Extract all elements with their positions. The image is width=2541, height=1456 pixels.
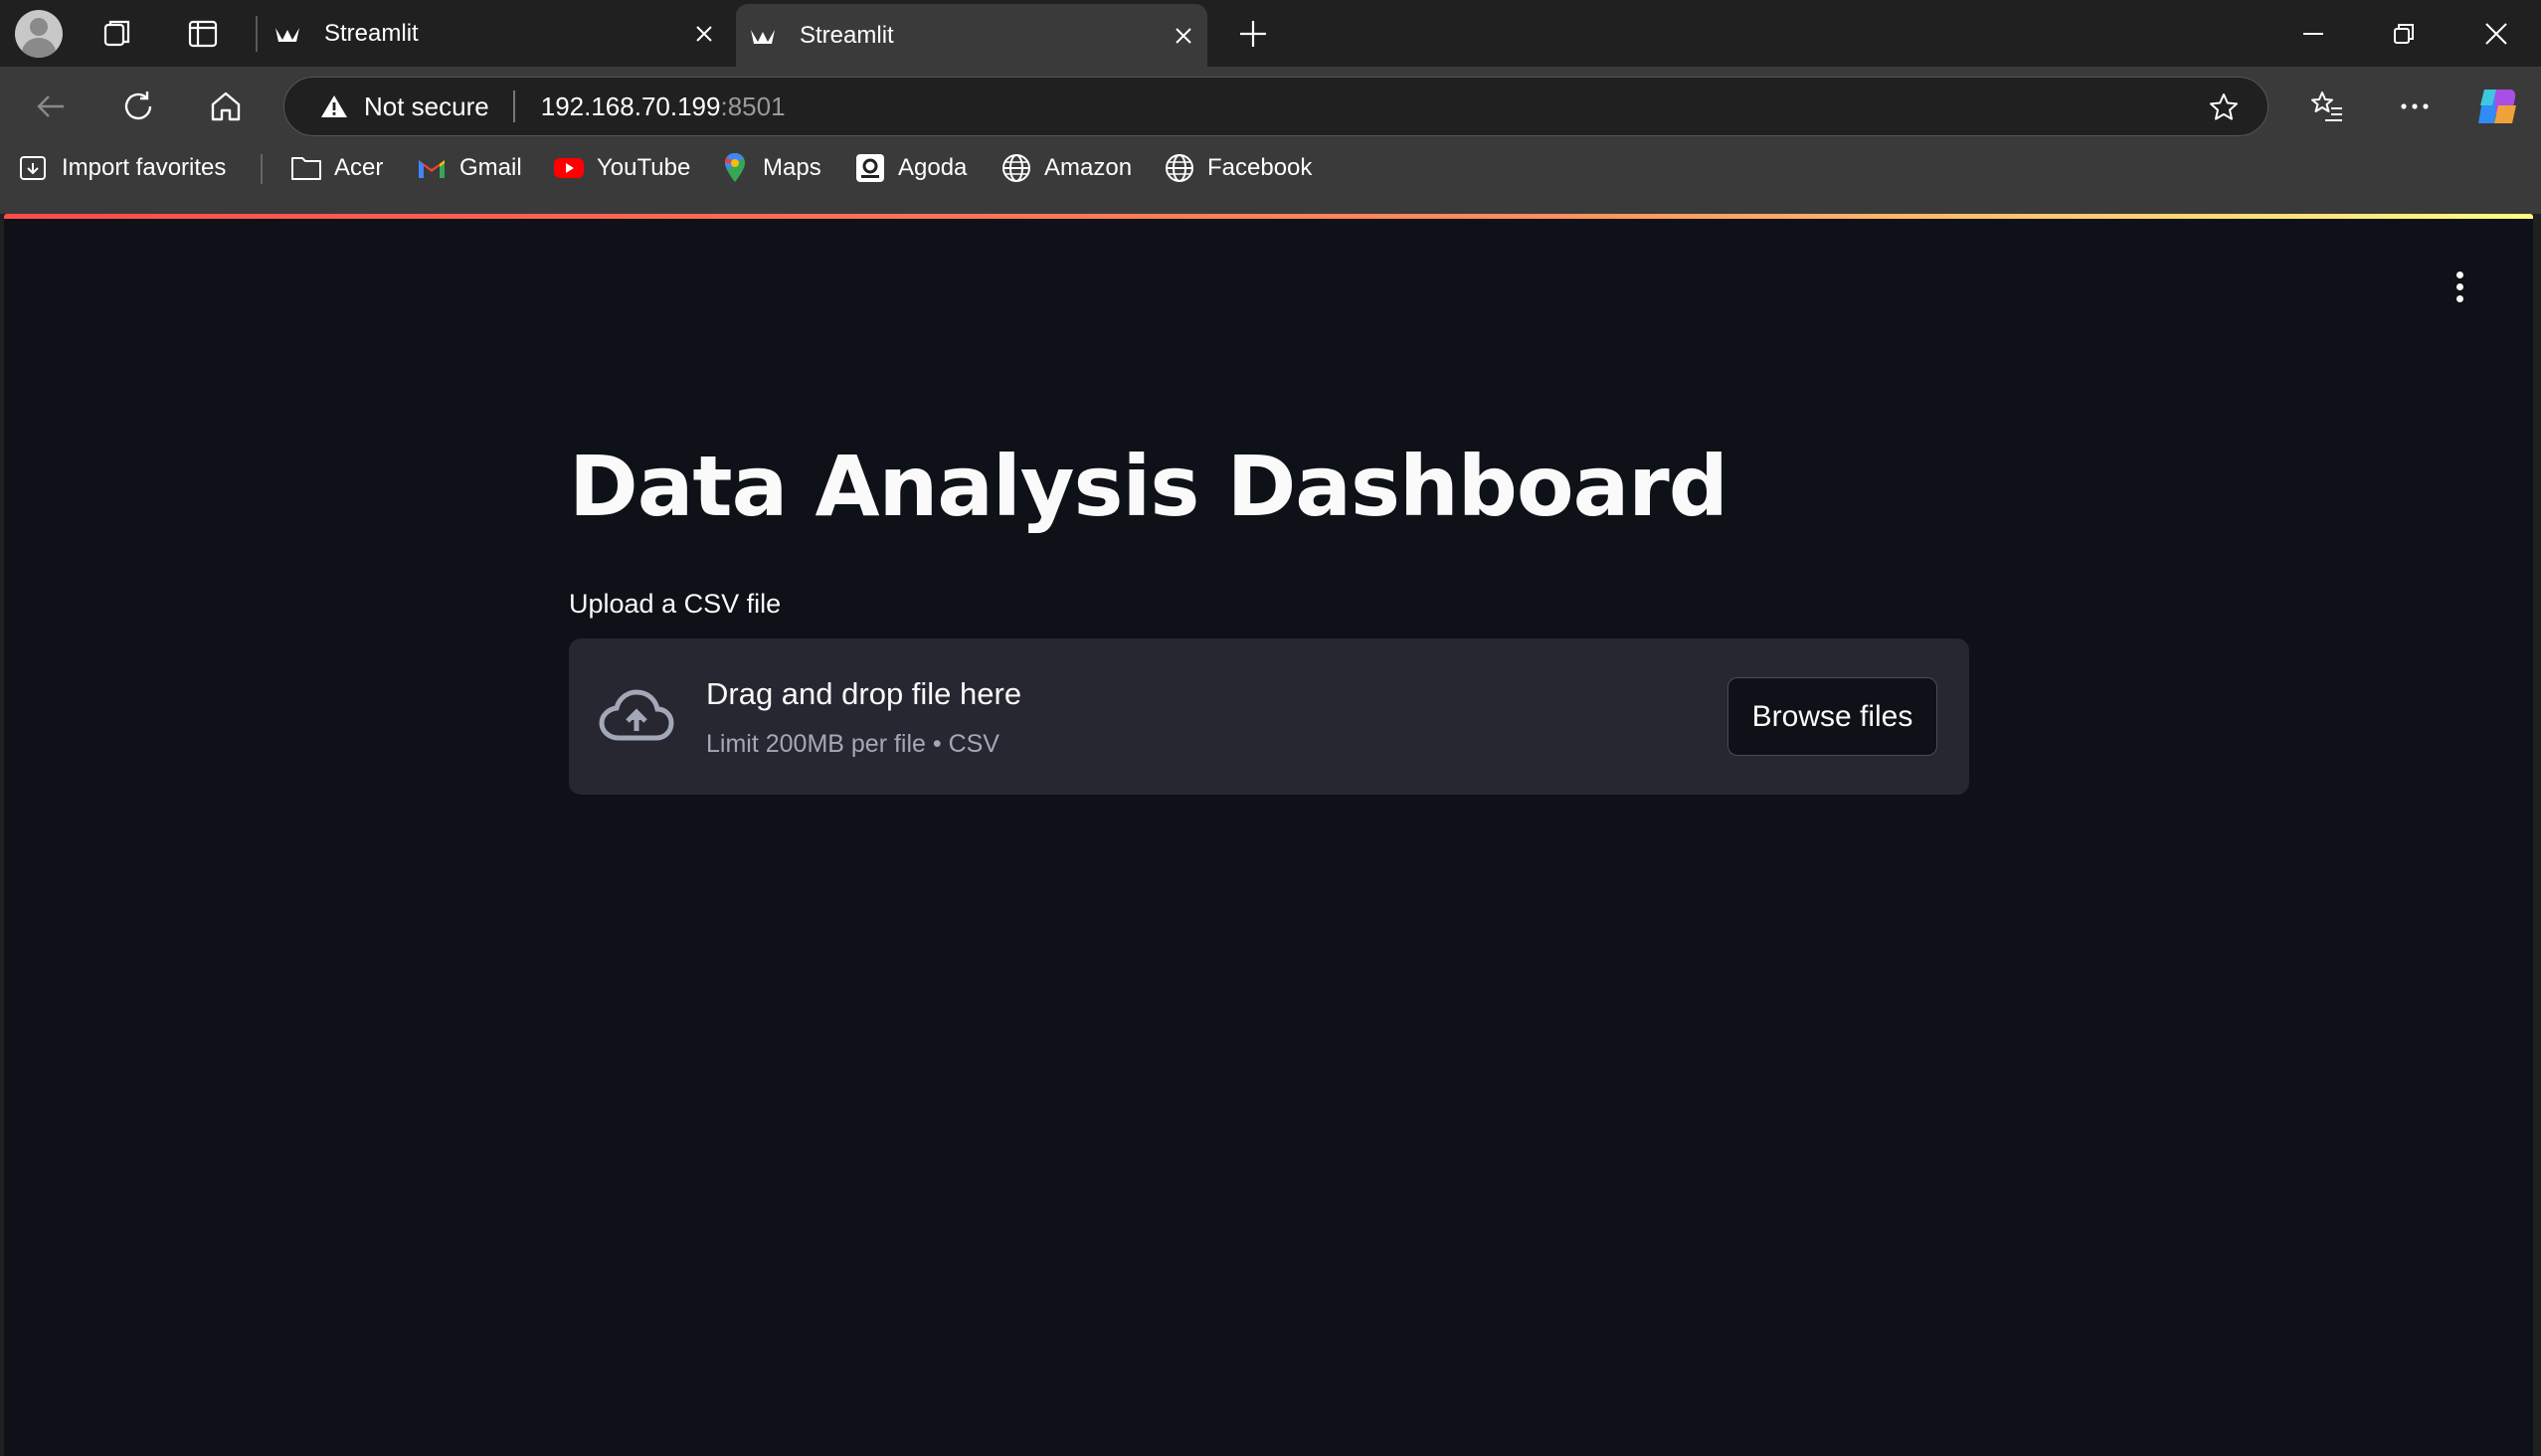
bookmark-facebook[interactable]: Facebook [1164, 143, 1312, 193]
profile-avatar[interactable] [15, 10, 63, 58]
streamlit-app [4, 219, 2533, 1456]
youtube-icon [553, 152, 585, 184]
streamlit-favicon-icon [750, 23, 776, 49]
uploader-label: Upload a CSV file [569, 589, 782, 619]
bookmark-agoda[interactable]: Agoda [854, 143, 967, 193]
browse-files-button[interactable]: Browse files [1727, 677, 1937, 756]
security-label[interactable]: Not secure [364, 91, 489, 122]
tab-actions-icon[interactable] [181, 12, 225, 56]
main-menu-icon[interactable] [2442, 259, 2477, 314]
browser-titlebar: Streamlit Streamlit [0, 0, 2541, 67]
new-tab-icon[interactable] [1231, 12, 1275, 56]
maps-icon [719, 152, 751, 184]
bookmark-import-favorites[interactable]: Import favorites [18, 143, 226, 193]
tab-streamlit-2[interactable]: Streamlit [736, 4, 1207, 67]
tab-streamlit-1[interactable]: Streamlit [261, 2, 728, 65]
page-title: Data Analysis Dashboard [569, 438, 1728, 535]
workspaces-icon[interactable] [96, 12, 140, 56]
dropzone-limit: Limit 200MB per file • CSV [706, 730, 999, 758]
bookmark-label: Import favorites [62, 154, 227, 181]
bookmark-label: Amazon [1044, 154, 1133, 181]
bookmark-label: Maps [763, 154, 821, 181]
bookmark-acer[interactable]: Acer [290, 143, 383, 193]
close-tab-icon[interactable] [684, 14, 724, 54]
agoda-icon [854, 152, 886, 184]
warning-icon[interactable] [320, 92, 348, 120]
gmail-icon [416, 152, 448, 184]
tab-title: Streamlit [324, 19, 419, 47]
close-window-icon[interactable] [2474, 12, 2518, 56]
bookmarks-bar: Import favorites Acer Gmail YouTube Maps… [0, 143, 2541, 193]
restore-icon[interactable] [2382, 12, 2426, 56]
favorites-icon[interactable] [2301, 81, 2353, 132]
import-icon [18, 152, 50, 184]
address-bar[interactable]: Not secure 192.168.70.199:8501 [283, 77, 2269, 136]
globe-icon [1164, 152, 1195, 184]
bookmark-label: Gmail [459, 154, 522, 181]
bookmark-maps[interactable]: Maps [719, 143, 821, 193]
home-icon[interactable] [200, 81, 252, 132]
globe-icon [1000, 152, 1032, 184]
back-icon[interactable] [25, 81, 77, 132]
url-port[interactable]: :8501 [720, 91, 785, 122]
file-dropzone[interactable]: Drag and drop file here Limit 200MB per … [569, 638, 1969, 795]
tab-title: Streamlit [800, 21, 894, 49]
bookmark-youtube[interactable]: YouTube [553, 143, 690, 193]
refresh-icon[interactable] [112, 81, 164, 132]
more-options-icon[interactable] [2389, 81, 2441, 132]
bookmark-label: Agoda [898, 154, 968, 181]
bookmark-label: Facebook [1207, 154, 1313, 181]
cloud-upload-icon [599, 688, 674, 744]
dropzone-instructions: Drag and drop file here [706, 676, 1022, 711]
copilot-icon[interactable] [2471, 81, 2523, 132]
close-tab-icon[interactable] [1164, 16, 1203, 56]
browser-toolbar: Not secure 192.168.70.199:8501 Import fa… [0, 67, 2541, 214]
streamlit-favicon-icon [274, 21, 300, 47]
favorite-star-icon[interactable] [2208, 91, 2240, 123]
bookmark-gmail[interactable]: Gmail [416, 143, 522, 193]
bookmark-label: Acer [334, 154, 384, 181]
minimize-icon[interactable] [2291, 12, 2335, 56]
url-host[interactable]: 192.168.70.199 [541, 91, 721, 122]
bookmark-label: YouTube [597, 154, 691, 181]
folder-icon [290, 152, 322, 184]
bookmark-amazon[interactable]: Amazon [1000, 143, 1132, 193]
